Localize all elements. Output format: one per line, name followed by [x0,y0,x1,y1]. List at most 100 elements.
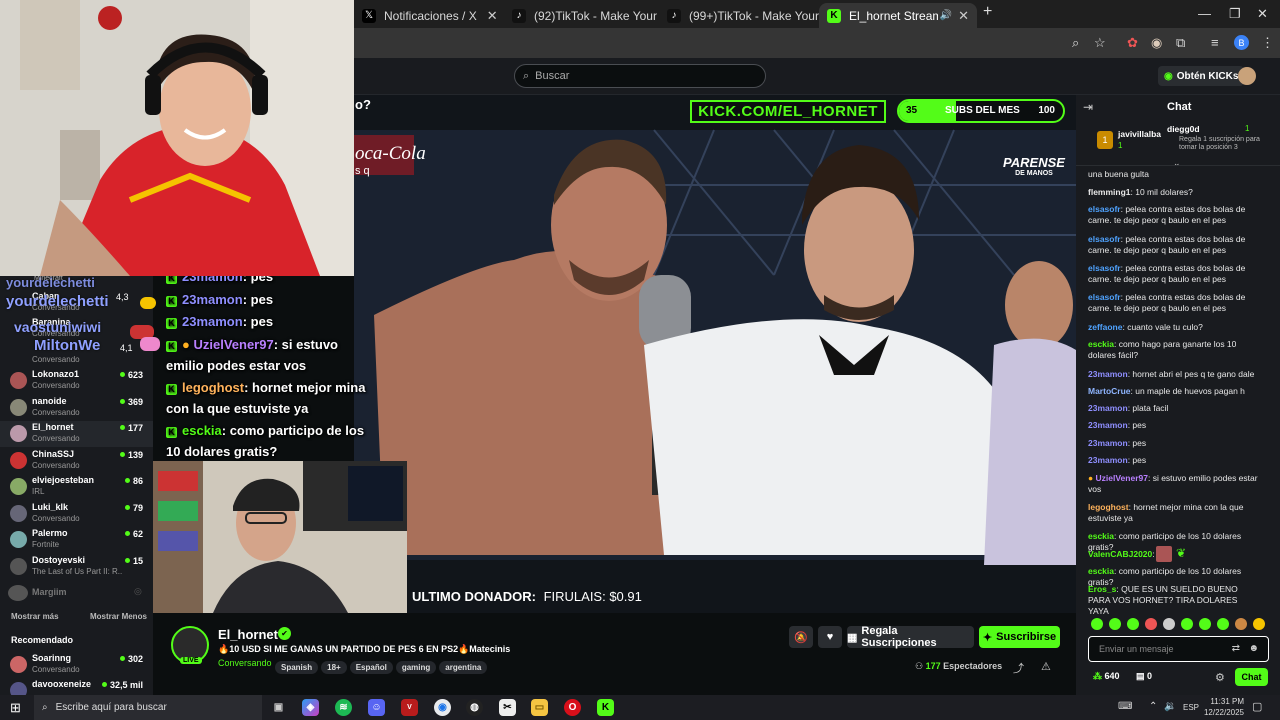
send-chat-button[interactable]: Chat [1235,668,1268,686]
follow-heart-button[interactable]: ♥ [818,626,842,648]
copilot-icon[interactable]: ◈ [302,699,319,716]
quick-emote-icon[interactable] [1199,618,1211,630]
extension-color-icon[interactable]: ◉ [1151,35,1162,51]
mute-button[interactable]: 🔕 [789,626,813,648]
windows-start-icon[interactable]: ⊞ [10,700,21,716]
show-less-link[interactable]: Mostrar Menos [90,612,147,621]
channel-points[interactable]: ⁂ 640 [1093,671,1120,682]
sidebar-item-luki_klk[interactable]: Luki_klk Conversando 79 [0,501,153,527]
collapse-chat-icon[interactable]: ⇥ [1083,100,1093,114]
chat-username[interactable]: zeffaone [1088,322,1122,332]
chat-username[interactable]: elsasofr [1088,204,1121,214]
chat-username[interactable]: 23mamon [1088,420,1128,430]
chat-username[interactable]: 23mamon [1088,438,1128,448]
chat-username[interactable]: legoghost [1088,502,1129,512]
menu-kebab-icon[interactable]: ⋮ [1261,35,1274,51]
extension-icon[interactable]: ✿ [1127,35,1138,51]
offline-avatar[interactable] [8,585,28,601]
task-view-icon[interactable]: ▣ [270,699,287,716]
quick-emote-icon[interactable] [1127,618,1139,630]
zoom-icon[interactable]: ⌕ [1072,35,1079,51]
quick-emote-icon[interactable] [1181,618,1193,630]
search-input[interactable]: ⌕ Buscar [514,64,766,88]
video-player[interactable] [354,95,1076,613]
sidebar-item-nanoide[interactable]: nanoide Conversando 369 [0,395,153,421]
expand-leaderboard-icon[interactable]: ⌄ [1173,158,1181,169]
get-kicks-button[interactable]: ◉ Obtén KICKs [1158,66,1245,86]
share-icon[interactable]: ⤴ [1013,660,1024,676]
quick-emote-icon[interactable] [1163,618,1175,630]
tray-expand-icon[interactable]: ⌃ [1149,701,1157,712]
sidebar-item-elviejoesteban[interactable]: elviejoesteban IRL 86 [0,474,153,500]
chat-settings-icon[interactable]: ⚙ [1215,671,1225,684]
tab-notificaciones-x[interactable]: 𝕏 Notificaciones / X ✕ [354,3,504,28]
new-tab-button[interactable]: + [983,3,992,21]
chat-username[interactable]: flemming1 [1088,187,1131,197]
sidebar-item-dostoyevski[interactable]: Dostoyevski The Last of Us Part II: R... 1… [0,554,153,580]
discord-icon[interactable]: ☺ [368,699,385,716]
chrome-icon[interactable]: ◉ [434,699,451,716]
close-window-button[interactable]: ✕ [1257,6,1268,22]
gift-subs-button[interactable]: ▦ Regala Suscripciones [847,625,974,649]
chat-username[interactable]: Eros_s [1088,584,1116,594]
language-indicator[interactable]: ESP [1183,703,1199,712]
quick-emote-icon[interactable] [1109,618,1121,630]
capcut-icon[interactable]: ✂ [499,699,516,716]
extensions-puzzle-icon[interactable]: ⧉ [1176,35,1185,51]
chat-username[interactable]: MartoCrue [1088,386,1131,396]
notifications-icon[interactable]: ▢ [1252,700,1262,713]
quick-emote-icon[interactable] [1235,618,1247,630]
streamer-name[interactable]: El_hornet [218,627,278,642]
opera-icon[interactable]: O [564,699,581,716]
minimize-button[interactable]: — [1198,6,1211,21]
subscribe-button[interactable]: ✦ Suscribirse [979,626,1060,648]
bookmark-star-icon[interactable]: ☆ [1094,35,1106,51]
restore-button[interactable]: ❐ [1229,6,1241,22]
chat-username[interactable]: 23mamon [1088,403,1128,413]
offline-channel-name[interactable]: Margiim [32,587,67,597]
voice-app-icon[interactable]: V [401,699,418,716]
reading-list-icon[interactable]: ≡ [1211,35,1219,50]
chat-username[interactable]: esckia [1088,566,1114,576]
quick-emote-icon[interactable] [1091,618,1103,630]
chat-username[interactable]: esckia [1088,531,1114,541]
chat-username[interactable]: 23mamon [1088,455,1128,465]
spotify-icon[interactable]: ≋ [335,699,352,716]
close-tab-icon[interactable]: ✕ [477,8,498,24]
tab-tiktok-2[interactable]: ♪ (99+)TikTok - Make Your Day ✕ [659,3,819,28]
quick-emote-icon[interactable] [1217,618,1229,630]
gifter-1-name[interactable]: javivillalba [1118,129,1161,139]
close-tab-icon[interactable]: ✕ [952,8,969,24]
profile-avatar[interactable]: B [1234,35,1249,50]
sidebar-item-lokonazo1[interactable]: Lokonazo1 Conversando 623 [0,368,153,394]
chat-username[interactable]: elsasofr [1088,263,1121,273]
user-avatar[interactable] [1238,67,1256,85]
chat-input[interactable]: Enviar un mensaje ⇄ ☻ [1088,636,1269,662]
sidebar-item-chinassj[interactable]: ChinaSSJ Conversando 139 [0,448,153,474]
obs-icon[interactable]: ◍ [466,699,483,716]
keyboard-icon[interactable]: ⌨ [1118,701,1132,712]
clock-date[interactable]: 12/22/2025 [1200,708,1244,717]
tab-tiktok-1[interactable]: ♪ (92)TikTok - Make Your Day ✕ [504,3,659,28]
translate-icon[interactable]: ⇄ [1232,643,1240,654]
tag-pill[interactable]: gaming [395,661,437,674]
tag-pill[interactable]: Spanish [275,661,319,674]
chat-username[interactable]: 23mamon [1088,369,1128,379]
sidebar-item-palermo[interactable]: Palermo Fortnite 62 [0,527,153,553]
speaker-icon[interactable]: 🔉 [1164,701,1176,712]
sidebar-item-el_hornet[interactable]: El_hornet Conversando 177 [0,421,153,447]
emoji-icon[interactable]: ☻ [1248,643,1259,654]
chat-username[interactable]: ValenCABJ2020 [1088,549,1152,559]
tab-kick-active[interactable]: K El_hornet Stream - Watch L 🔊 ✕ [819,3,977,28]
chat-username[interactable]: UzielVener97 [1096,473,1148,483]
quick-emote-icon[interactable] [1253,618,1265,630]
stream-category[interactable]: Conversando [218,658,272,668]
tag-pill[interactable]: argentina [439,661,488,674]
speaker-icon[interactable]: 🔊 [940,10,952,21]
kick-app-icon[interactable]: K [597,699,614,716]
report-icon[interactable]: ⚠ [1041,660,1051,673]
clock-time[interactable]: 11:31 PM [1206,697,1244,706]
quick-emote-icon[interactable] [1145,618,1157,630]
file-explorer-icon[interactable]: ▭ [531,699,548,716]
tag-pill[interactable]: Español [349,661,393,674]
